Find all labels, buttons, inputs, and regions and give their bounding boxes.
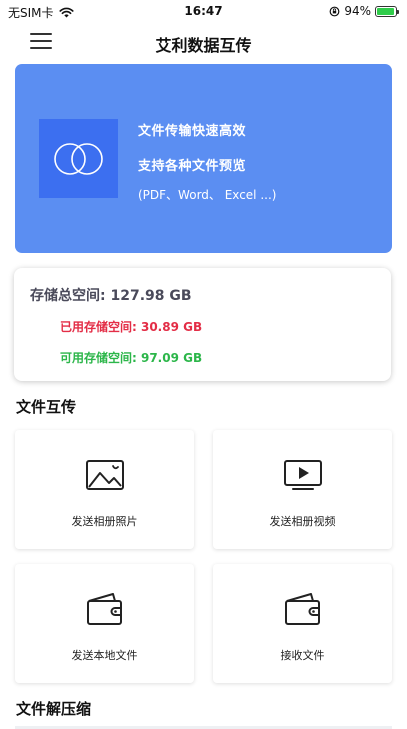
section-title-transfer: 文件互传 bbox=[16, 398, 77, 416]
banner-line-3: (PDF、Word、 Excel ...) bbox=[138, 188, 277, 202]
receive-files-tile[interactable]: 接收文件 bbox=[213, 564, 392, 683]
page-title: 艾利数据互传 bbox=[155, 36, 252, 55]
status-right: 94% bbox=[329, 4, 399, 18]
tile-label: 发送本地文件 bbox=[71, 649, 138, 662]
wallet-icon bbox=[87, 593, 122, 625]
storage-used: 已用存储空间: 30.89 GB bbox=[60, 320, 203, 334]
orientation-lock-icon bbox=[329, 6, 340, 16]
section-title-decompress: 文件解压缩 bbox=[16, 700, 92, 718]
send-videos-tile[interactable]: 发送相册视频 bbox=[213, 430, 392, 549]
tile-label: 接收文件 bbox=[280, 649, 325, 662]
photo-icon bbox=[86, 460, 124, 490]
nav-bar: 艾利数据互传 bbox=[0, 22, 407, 62]
status-bar: 无SIM卡 16:47 94% bbox=[0, 0, 407, 22]
app-logo bbox=[39, 119, 118, 198]
banner-line-1: 文件传输快速高效 bbox=[138, 124, 247, 139]
feature-banner: 文件传输快速高效 支持各种文件预览 (PDF、Word、 Excel ...) bbox=[15, 64, 392, 253]
send-photos-tile[interactable]: 发送相册照片 bbox=[15, 430, 194, 549]
video-icon bbox=[284, 460, 322, 490]
tile-label: 发送相册视频 bbox=[269, 515, 336, 528]
wallet-icon bbox=[285, 593, 320, 625]
storage-free: 可用存储空间: 97.09 GB bbox=[60, 351, 203, 365]
banner-text: 文件传输快速高效 支持各种文件预览 (PDF、Word、 Excel ...) bbox=[138, 120, 276, 203]
storage-card: 存储总空间: 127.98 GB 已用存储空间: 30.89 GB 可用存储空间… bbox=[14, 268, 391, 381]
tile-label: 发送相册照片 bbox=[71, 515, 138, 528]
banner-line-2: 支持各种文件预览 bbox=[138, 159, 247, 174]
send-local-files-tile[interactable]: 发送本地文件 bbox=[15, 564, 194, 683]
rings-icon bbox=[54, 143, 103, 175]
battery-icon bbox=[375, 5, 399, 17]
battery-percent: 94% bbox=[344, 4, 371, 18]
storage-total: 存储总空间: 127.98 GB bbox=[30, 288, 192, 304]
